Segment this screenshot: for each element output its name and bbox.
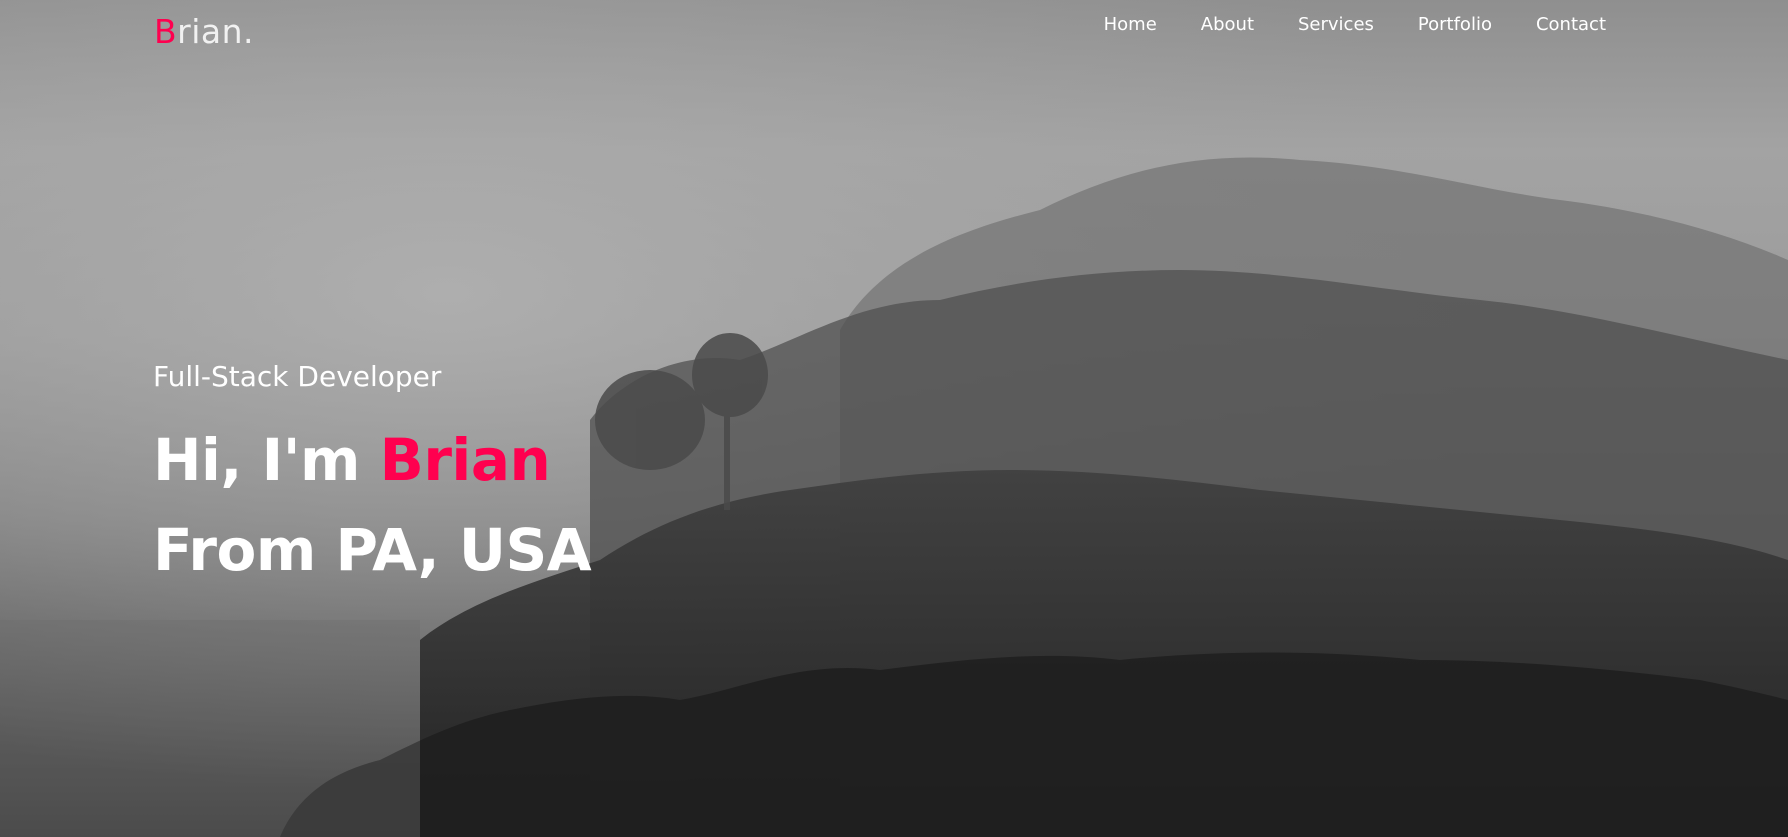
nav-contact-link[interactable]: Contact [1536, 14, 1606, 35]
hero-subtitle: Full-Stack Developer [153, 360, 442, 393]
nav-about-link[interactable]: About [1201, 14, 1254, 35]
hero-location: From PA, USA [153, 516, 592, 584]
hero-name: Brian [379, 426, 551, 494]
nav-portfolio-link[interactable]: Portfolio [1418, 14, 1492, 35]
hero-section: Brian. Home About Services Portfolio Con… [0, 0, 1788, 837]
nav-links: Home About Services Portfolio Contact [1104, 14, 1606, 35]
hero-greeting: Hi, I'm [153, 426, 380, 494]
logo-initial: B [154, 12, 178, 51]
navbar: Brian. Home About Services Portfolio Con… [0, 0, 1788, 56]
hero-headline: Hi, I'm Brian From PA, USA [153, 415, 592, 595]
hero-text: Full-Stack Developer Hi, I'm Brian From … [153, 360, 592, 595]
logo[interactable]: Brian. [154, 12, 254, 51]
logo-rest: rian. [177, 12, 255, 51]
nav-home-link[interactable]: Home [1104, 14, 1157, 35]
nav-services-link[interactable]: Services [1298, 14, 1374, 35]
